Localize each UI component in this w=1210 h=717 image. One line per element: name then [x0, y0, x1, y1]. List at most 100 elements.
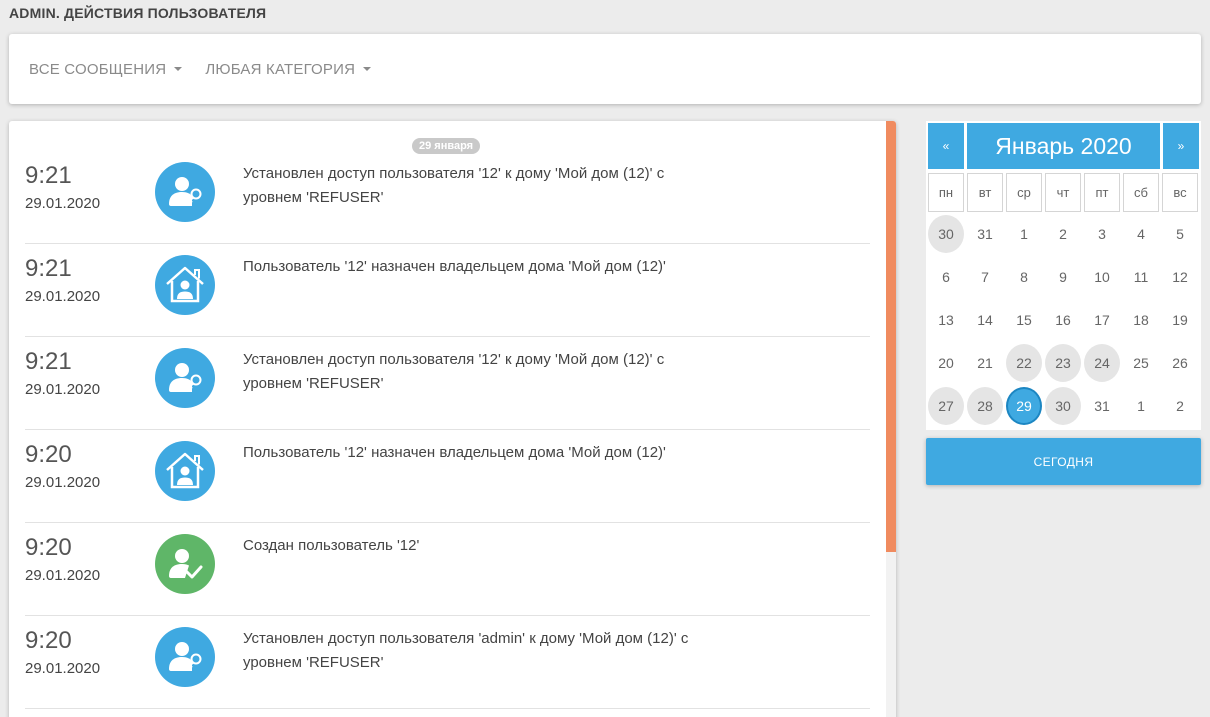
user-check-icon — [155, 534, 215, 594]
feed-scrollbar-thumb[interactable] — [886, 121, 896, 552]
calendar-day[interactable]: 8 — [1006, 255, 1042, 298]
calendar-day[interactable]: 14 — [967, 298, 1003, 341]
user-key-icon — [155, 162, 215, 222]
calendar-day[interactable]: 4 — [1123, 212, 1159, 255]
weekday-header: пн — [928, 173, 964, 212]
calendar-month-title[interactable]: Январь 2020 — [967, 123, 1160, 169]
calendar-day-label: 8 — [1020, 268, 1028, 285]
calendar-day[interactable]: 6 — [928, 255, 964, 298]
calendar-day[interactable]: 31 — [967, 212, 1003, 255]
calendar-day-label: 2 — [1059, 225, 1067, 242]
weekday-header: сб — [1123, 173, 1159, 212]
calendar-day[interactable]: 25 — [1123, 341, 1159, 384]
calendar-day-label: 30 — [928, 214, 964, 253]
calendar-day-label: 17 — [1094, 311, 1110, 328]
calendar-day[interactable]: 23 — [1045, 341, 1081, 384]
calendar-day-label: 20 — [938, 354, 954, 371]
calendar-day-label: 5 — [1176, 225, 1184, 242]
entry-message: Пользователь '12' назначен владельцем до… — [243, 444, 666, 461]
entry-date: 29.01.2020 — [25, 660, 101, 677]
calendar: « Январь 2020 » пн вт ср чт пт сб вс 30 31 1 2 3 4 5 6… — [926, 121, 1201, 430]
calendar-prev-button[interactable]: « — [928, 123, 964, 169]
calendar-day[interactable]: 1 — [1123, 384, 1159, 427]
calendar-day[interactable]: 28 — [967, 384, 1003, 427]
calendar-next-button[interactable]: » — [1163, 123, 1199, 169]
entry-time: 9:20 — [25, 534, 72, 561]
house-user-icon — [155, 255, 215, 315]
calendar-day[interactable]: 31 — [1084, 384, 1120, 427]
calendar-day[interactable]: 30 — [1045, 384, 1081, 427]
calendar-day-label: 21 — [977, 354, 993, 371]
calendar-day[interactable]: 9 — [1045, 255, 1081, 298]
user-key-icon — [155, 348, 215, 408]
weekday-header: вт — [967, 173, 1003, 212]
calendar-day-label: 10 — [1094, 268, 1110, 285]
entry-message: Создан пользователь '12' — [243, 537, 420, 554]
feed-entry: 9:20 29.01.2020 Создан пользователь '12' — [25, 523, 870, 616]
calendar-day[interactable]: 2 — [1045, 212, 1081, 255]
page-title: ADMIN. ДЕЙСТВИЯ ПОЛЬЗОВАТЕЛЯ — [9, 5, 267, 21]
calendar-day[interactable]: 18 — [1123, 298, 1159, 341]
caret-down-icon — [363, 67, 372, 71]
entry-time: 9:20 — [25, 627, 72, 654]
user-key-icon — [155, 627, 215, 687]
activity-feed: 29 января 9:21 29.01.2020 Установлен досту… — [9, 121, 896, 717]
calendar-day[interactable]: 2 — [1162, 384, 1198, 427]
calendar-day-label: 3 — [1098, 225, 1106, 242]
weekday-header: ср — [1006, 173, 1042, 212]
calendar-day[interactable]: 7 — [967, 255, 1003, 298]
entry-time: 9:21 — [25, 348, 72, 375]
category-filter-label: ЛЮБАЯ КАТЕГОРИЯ — [205, 60, 356, 78]
calendar-day[interactable]: 13 — [928, 298, 964, 341]
category-filter-dropdown[interactable]: ЛЮБАЯ КАТЕГОРИЯ — [205, 60, 372, 78]
calendar-day[interactable]: 26 — [1162, 341, 1198, 384]
weekday-header: пт — [1084, 173, 1120, 212]
calendar-day[interactable]: 30 — [928, 212, 964, 255]
calendar-day-label: 11 — [1133, 268, 1149, 285]
calendar-day[interactable]: 12 — [1162, 255, 1198, 298]
entry-date: 29.01.2020 — [25, 195, 101, 212]
calendar-day-label: 29 — [1006, 386, 1042, 425]
calendar-day[interactable]: 5 — [1162, 212, 1198, 255]
calendar-day[interactable]: 27 — [928, 384, 964, 427]
calendar-day-label: 24 — [1084, 343, 1120, 382]
calendar-day-label: 15 — [1016, 311, 1032, 328]
entry-date: 29.01.2020 — [25, 288, 101, 305]
entry-message: Установлен доступ пользователя 'admin' к… — [243, 630, 689, 671]
calendar-header: « Январь 2020 » — [928, 123, 1199, 169]
calendar-day-label: 18 — [1133, 311, 1149, 328]
messages-filter-dropdown[interactable]: ВСЕ СООБЩЕНИЯ — [29, 61, 183, 78]
calendar-day-label: 14 — [977, 311, 993, 328]
calendar-day[interactable]: 17 — [1084, 298, 1120, 341]
calendar-day[interactable]: 11 — [1123, 255, 1159, 298]
calendar-day[interactable]: 16 — [1045, 298, 1081, 341]
calendar-day[interactable]: 10 — [1084, 255, 1120, 298]
entry-date: 29.01.2020 — [25, 474, 101, 491]
calendar-day-label: 13 — [938, 311, 954, 328]
calendar-day[interactable]: 22 — [1006, 341, 1042, 384]
calendar-day-label: 28 — [967, 386, 1003, 425]
calendar-day-label: 27 — [928, 386, 964, 425]
calendar-day[interactable]: 24 — [1084, 341, 1120, 384]
feed-entry: 9:20 29.01.2020 Пользователь '12' назначен… — [25, 430, 870, 523]
entry-time: 9:21 — [25, 162, 72, 189]
calendar-day[interactable]: 19 — [1162, 298, 1198, 341]
calendar-day-label: 4 — [1137, 225, 1145, 242]
calendar-day[interactable]: 3 — [1084, 212, 1120, 255]
weekday-header: чт — [1045, 173, 1081, 212]
calendar-day-label: 23 — [1045, 343, 1081, 382]
calendar-day[interactable]: 21 — [967, 341, 1003, 384]
calendar-day-selected[interactable]: 29 — [1006, 384, 1042, 427]
calendar-day[interactable]: 20 — [928, 341, 964, 384]
caret-down-icon — [174, 67, 183, 71]
calendar-day[interactable]: 1 — [1006, 212, 1042, 255]
calendar-day[interactable]: 15 — [1006, 298, 1042, 341]
feed-scrollbar[interactable] — [886, 121, 896, 717]
feed-entry: 9:21 29.01.2020 Установлен доступ пользова… — [25, 337, 870, 430]
calendar-day-label: 6 — [942, 268, 950, 285]
today-button[interactable]: СЕГОДНЯ — [926, 438, 1201, 485]
calendar-day-label: 31 — [977, 225, 993, 242]
calendar-day-label: 22 — [1006, 343, 1042, 382]
entry-message: Установлен доступ пользователя '12' к до… — [243, 351, 665, 392]
calendar-day-label: 9 — [1059, 268, 1067, 285]
